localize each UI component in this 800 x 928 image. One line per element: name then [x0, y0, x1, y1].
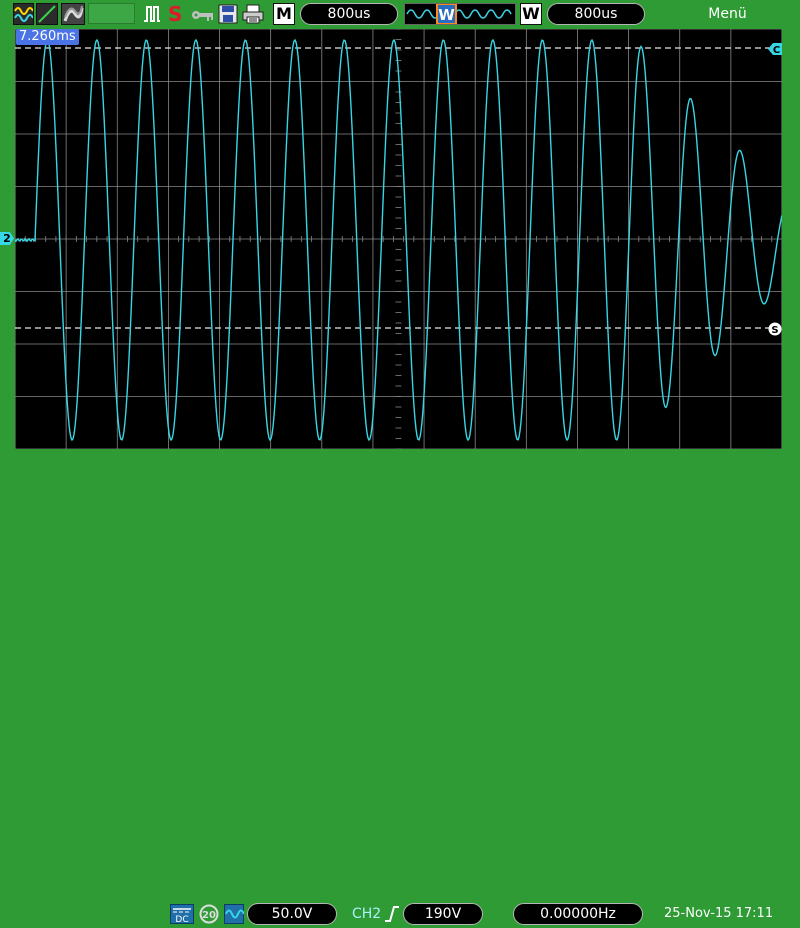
- date-time-readout: 25-Nov-15 17:11: [664, 906, 774, 921]
- bandwidth-limit-icon[interactable]: 20: [199, 904, 219, 924]
- window-timebase-label: W: [520, 3, 542, 25]
- volt-per-div-value[interactable]: 50.0V: [247, 903, 337, 925]
- waveform-mode-icon[interactable]: [13, 3, 34, 25]
- vector-display-icon[interactable]: [36, 3, 58, 25]
- cursor-time-readout: 7.260ms: [16, 29, 79, 45]
- trigger-source-label[interactable]: CH2: [352, 904, 381, 924]
- dc-coupling-icon[interactable]: DC: [170, 904, 194, 925]
- bottom-status-bar: DC 20 50.0V CH2 190V 0.00000Hz 25-Nov-15…: [0, 449, 800, 925]
- trigger-level-value[interactable]: 190V: [403, 903, 483, 925]
- key-lock-icon[interactable]: [191, 7, 214, 21]
- frequency-readout: 0.00000Hz: [513, 903, 643, 925]
- coupling-label: DC: [175, 915, 188, 924]
- persistence-icon[interactable]: [61, 3, 85, 25]
- waveform-display[interactable]: [15, 29, 782, 449]
- memory-window-strip[interactable]: W: [404, 3, 516, 25]
- cursor-s-marker[interactable]: S: [768, 321, 782, 336]
- main-timebase-value[interactable]: 800us: [300, 3, 398, 25]
- cursor-c-label: C: [773, 45, 780, 56]
- window-timebase-value[interactable]: 800us: [547, 3, 645, 25]
- run-stop-indicator[interactable]: S: [168, 2, 182, 26]
- main-timebase-label: M: [273, 3, 295, 25]
- printer-icon[interactable]: [242, 4, 264, 24]
- menu-button[interactable]: Menü: [680, 5, 775, 23]
- cursor-c-marker[interactable]: C: [768, 41, 782, 56]
- cursor-s-label: S: [771, 325, 778, 336]
- window-marker-label: W: [438, 6, 455, 24]
- ch2-ground-marker[interactable]: 2: [0, 232, 14, 245]
- trigger-pulse-icon[interactable]: [143, 3, 161, 25]
- ch2-trace: [15, 38, 782, 442]
- save-disk-icon[interactable]: [218, 4, 238, 24]
- ac-waveform-icon[interactable]: [224, 904, 245, 924]
- top-toolbar: S M 800us W W 800us Menü: [0, 0, 800, 29]
- rising-edge-icon[interactable]: [384, 904, 400, 924]
- bandwidth-limit-label: 20: [202, 910, 216, 921]
- status-blank-box: [88, 3, 135, 24]
- ch2-waveform-path: [15, 38, 782, 442]
